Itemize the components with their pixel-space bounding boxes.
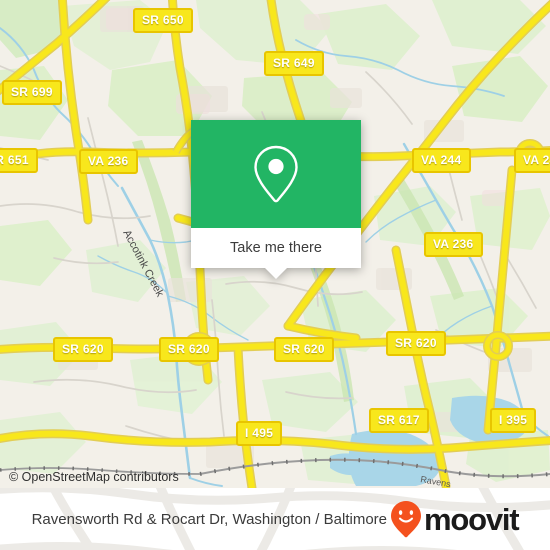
location-pin-icon bbox=[254, 145, 298, 203]
moovit-wordmark: moovit bbox=[424, 501, 520, 537]
station-popup-card[interactable]: Take me there bbox=[191, 120, 361, 279]
road-shield-va-236-west[interactable]: VA 236 bbox=[79, 149, 138, 174]
map-attribution[interactable]: © OpenStreetMap contributors bbox=[9, 470, 179, 484]
road-shield-label: VA 236 bbox=[433, 237, 474, 251]
popup-image-panel bbox=[191, 120, 361, 228]
road-shield-va-236-east[interactable]: VA 236 bbox=[424, 232, 483, 257]
moovit-smiley-pin-icon bbox=[391, 501, 421, 538]
road-shield-sr-649[interactable]: SR 649 bbox=[264, 51, 324, 76]
road-shield-sr-699[interactable]: SR 699 bbox=[2, 80, 62, 105]
road-shield-label: VA 244 bbox=[421, 153, 462, 167]
map-canvas[interactable]: Ravens Accotink Creek SR 650 SR 649 SR 6… bbox=[0, 0, 550, 488]
road-shield-i-495[interactable]: I 495 bbox=[236, 421, 283, 446]
road-shield-label: SR 649 bbox=[273, 56, 315, 70]
footer-bar: Ravensworth Rd & Rocart Dr, Washington /… bbox=[0, 488, 550, 550]
road-shield-label: SR 617 bbox=[378, 413, 420, 427]
road-shield-label: SR 650 bbox=[142, 13, 184, 27]
road-shield-label: I 395 bbox=[499, 413, 528, 427]
road-shield-label: VA 244 bbox=[523, 153, 550, 167]
popup-pointer-tail bbox=[265, 268, 287, 279]
road-shield-label: SR 651 bbox=[0, 153, 29, 167]
road-shield-label: SR 620 bbox=[283, 342, 325, 356]
road-shield-sr-620-3[interactable]: SR 620 bbox=[274, 337, 334, 362]
road-shield-label: SR 620 bbox=[168, 342, 210, 356]
road-shield-label: SR 620 bbox=[62, 342, 104, 356]
road-shield-va-244-east[interactable]: VA 244 bbox=[514, 148, 550, 173]
road-shield-label: I 495 bbox=[245, 426, 274, 440]
take-me-there-label: Take me there bbox=[230, 240, 322, 256]
road-shield-sr-620-4[interactable]: SR 620 bbox=[386, 331, 446, 356]
road-shield-sr-620-1[interactable]: SR 620 bbox=[53, 337, 113, 362]
road-shield-label: VA 236 bbox=[88, 154, 129, 168]
moovit-brand[interactable]: moovit bbox=[389, 499, 520, 539]
road-shield-va-244-center[interactable]: VA 244 bbox=[412, 148, 471, 173]
road-shield-sr-651[interactable]: SR 651 bbox=[0, 148, 38, 173]
footer-content: Ravensworth Rd & Rocart Dr, Washington /… bbox=[0, 488, 550, 550]
station-title: Ravensworth Rd & Rocart Dr, Washington /… bbox=[31, 510, 387, 528]
road-shield-sr-617[interactable]: SR 617 bbox=[369, 408, 429, 433]
road-shield-label: SR 620 bbox=[395, 336, 437, 350]
road-shield-i-395[interactable]: I 395 bbox=[490, 408, 537, 433]
road-shield-sr-620-2[interactable]: SR 620 bbox=[159, 337, 219, 362]
take-me-there-button[interactable]: Take me there bbox=[191, 228, 361, 279]
road-shield-sr-650[interactable]: SR 650 bbox=[133, 8, 193, 33]
moovit-station-map-page: Ravens Accotink Creek SR 650 SR 649 SR 6… bbox=[0, 0, 550, 550]
road-shield-label: SR 699 bbox=[11, 85, 53, 99]
